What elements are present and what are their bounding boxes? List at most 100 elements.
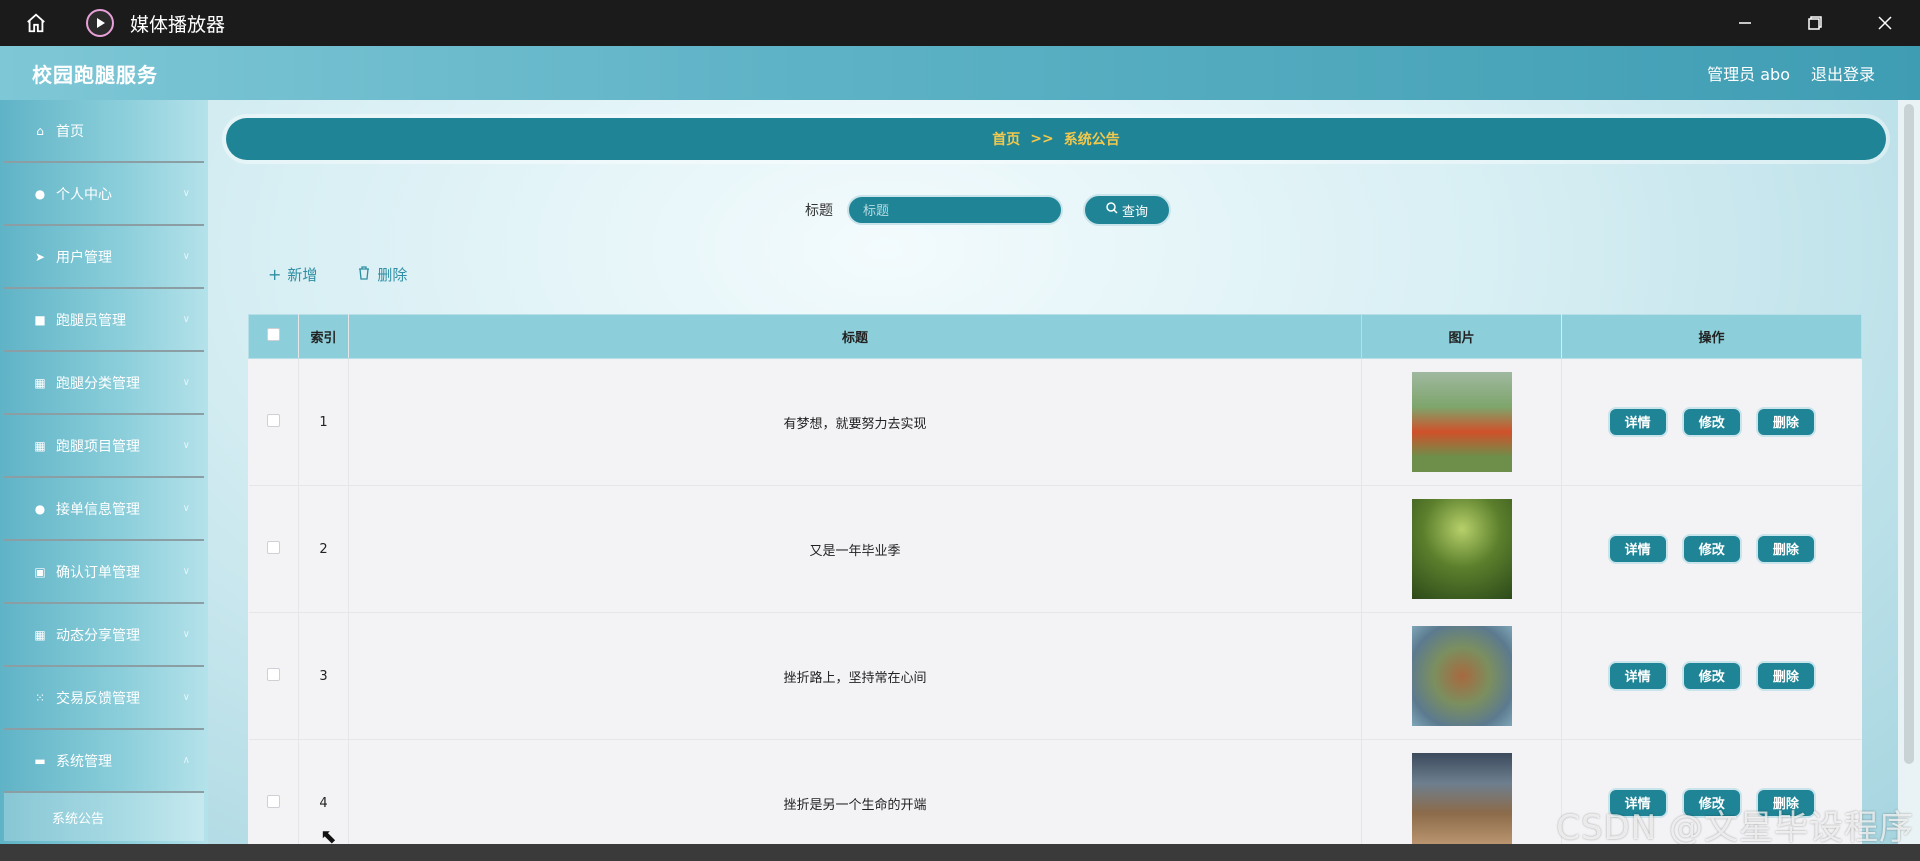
search-label: 标题 (805, 203, 833, 219)
sidebar-item-label: 跑腿员管理 (56, 312, 126, 329)
printer-icon: ▣ (34, 564, 46, 579)
sidebar-item-label: 确认订单管理 (56, 564, 140, 581)
sidebar-item-categories[interactable]: ▦ 跑腿分类管理 ∨ (4, 352, 204, 415)
play-icon (86, 9, 114, 37)
sidebar-item-label: 交易反馈管理 (56, 690, 140, 707)
watermark: CSDN @文星毕设程序 (1556, 808, 1914, 848)
chevron-up-icon: ∧ (182, 755, 190, 766)
detail-button[interactable]: 详情 (1607, 661, 1668, 691)
breadcrumb: 首页 >> 系统公告 (226, 118, 1886, 160)
window-title-bar: 媒体播放器 (0, 0, 1920, 46)
column-header-index: 索引 (298, 314, 349, 359)
chevron-down-icon: ∨ (182, 629, 190, 640)
sidebar-item-projects[interactable]: ▦ 跑腿项目管理 ∨ (4, 415, 204, 478)
window-title: 媒体播放器 (130, 13, 226, 36)
app-header: 校园跑腿服务 管理员 abo 退出登录 (0, 46, 1920, 100)
row-title: 有梦想，就要努力去实现 (348, 358, 1362, 486)
sidebar-subitem-announcements[interactable]: 系统公告 (4, 793, 204, 841)
logout-link[interactable]: 退出登录 (1811, 61, 1875, 85)
announcements-table: 索引 标题 图片 操作 1 有梦想，就要努力去实现 详情 修改 删除 2 又是一… (248, 314, 1862, 844)
sidebar-item-runners[interactable]: ■ 跑腿员管理 ∨ (4, 289, 204, 352)
breadcrumb-separator: >> (1030, 131, 1054, 147)
sidebar-item-home[interactable]: ⌂ 首页 (4, 100, 204, 163)
edit-button[interactable]: 修改 (1681, 661, 1742, 691)
search-button[interactable]: 查询 (1083, 194, 1171, 226)
grid-icon: ▦ (34, 627, 46, 642)
edit-button[interactable]: 修改 (1681, 534, 1742, 564)
edit-button[interactable]: 修改 (1681, 407, 1742, 437)
trash-icon (357, 265, 371, 284)
sidebar-item-profile[interactable]: ● 个人中心 ∨ (4, 163, 204, 226)
current-user: 管理员 abo (1707, 65, 1790, 84)
row-delete-button[interactable]: 删除 (1755, 534, 1816, 564)
row-image (1411, 499, 1512, 599)
grid-icon: ▦ (34, 438, 46, 453)
sidebar: ⌂ 首页 ● 个人中心 ∨ ➤ 用户管理 ∨ ■ 跑腿员管理 ∨ ▦ 跑腿分类管… (0, 100, 208, 844)
search-input[interactable] (847, 195, 1063, 225)
main-content: 首页 >> 系统公告 标题 查询 + 新增 删除 索引 (208, 100, 1898, 844)
apps-icon: ⁙ (34, 690, 46, 705)
search-icon (1106, 202, 1118, 218)
sidebar-item-accept-orders[interactable]: ● 接单信息管理 ∨ (4, 478, 204, 541)
restore-icon[interactable] (1780, 0, 1850, 46)
breadcrumb-current: 系统公告 (1063, 132, 1120, 148)
row-checkbox[interactable] (248, 612, 299, 740)
chevron-down-icon: ∨ (182, 503, 190, 514)
detail-button[interactable]: 详情 (1607, 407, 1668, 437)
send-icon: ➤ (34, 249, 46, 264)
delete-button[interactable]: 删除 (357, 264, 407, 285)
sidebar-item-label: 个人中心 (56, 186, 112, 203)
column-header-title: 标题 (348, 314, 1362, 359)
sidebar-item-label: 首页 (56, 123, 84, 140)
search-bar: 标题 查询 (208, 194, 1898, 226)
delete-button-label: 删除 (377, 266, 408, 284)
sidebar-item-system[interactable]: ▬ 系统管理 ∧ (4, 730, 204, 793)
briefcase-icon: ■ (34, 312, 46, 327)
plus-icon: + (268, 265, 282, 284)
detail-button[interactable]: 详情 (1607, 534, 1668, 564)
row-delete-button[interactable]: 删除 (1755, 661, 1816, 691)
sidebar-item-share[interactable]: ▦ 动态分享管理 ∨ (4, 604, 204, 667)
table-row: 1 有梦想，就要努力去实现 详情 修改 删除 (248, 358, 1862, 486)
column-header-image: 图片 (1361, 314, 1562, 359)
sidebar-item-label: 接单信息管理 (56, 501, 140, 518)
home-icon: ⌂ (36, 123, 44, 138)
home-icon[interactable] (0, 0, 72, 46)
sidebar-item-label: 跑腿分类管理 (56, 375, 140, 392)
sidebar-item-label: 用户管理 (56, 249, 112, 266)
row-image (1411, 753, 1512, 844)
row-checkbox[interactable] (248, 739, 299, 844)
column-header-ops: 操作 (1561, 314, 1862, 359)
chevron-down-icon: ∨ (182, 251, 190, 262)
vertical-scrollbar[interactable] (1898, 100, 1920, 844)
id-card-icon: ▬ (34, 753, 46, 768)
toolbar: + 新增 删除 (268, 264, 447, 285)
row-title: 又是一年毕业季 (348, 485, 1362, 613)
sidebar-item-confirm-orders[interactable]: ▣ 确认订单管理 ∨ (4, 541, 204, 604)
grid-icon: ▦ (34, 375, 46, 390)
add-button[interactable]: + 新增 (268, 264, 317, 285)
row-checkbox[interactable] (248, 358, 299, 486)
scrollbar-thumb[interactable] (1904, 104, 1914, 764)
row-title: 挫折是另一个生命的开端 (348, 739, 1362, 844)
breadcrumb-home[interactable]: 首页 (992, 129, 1020, 149)
select-all-checkbox[interactable] (248, 314, 299, 359)
table-header-row: 索引 标题 图片 操作 (248, 314, 1862, 359)
user-icon: ● (34, 501, 46, 516)
sidebar-item-label: 系统管理 (56, 753, 112, 770)
app-brand: 校园跑腿服务 (32, 62, 158, 87)
row-image (1411, 626, 1512, 726)
add-button-label: 新增 (287, 266, 318, 284)
sidebar-item-users[interactable]: ➤ 用户管理 ∨ (4, 226, 204, 289)
row-delete-button[interactable]: 删除 (1755, 407, 1816, 437)
minimize-icon[interactable] (1710, 0, 1780, 46)
table-row: 2 又是一年毕业季 详情 修改 删除 (248, 485, 1862, 613)
chevron-down-icon: ∨ (182, 188, 190, 199)
close-icon[interactable] (1850, 0, 1920, 46)
sidebar-item-label: 动态分享管理 (56, 627, 140, 644)
search-button-label: 查询 (1121, 204, 1148, 220)
sidebar-item-feedback[interactable]: ⁙ 交易反馈管理 ∨ (4, 667, 204, 730)
window-controls (1710, 0, 1920, 46)
chevron-down-icon: ∨ (182, 377, 190, 388)
row-checkbox[interactable] (248, 485, 299, 613)
